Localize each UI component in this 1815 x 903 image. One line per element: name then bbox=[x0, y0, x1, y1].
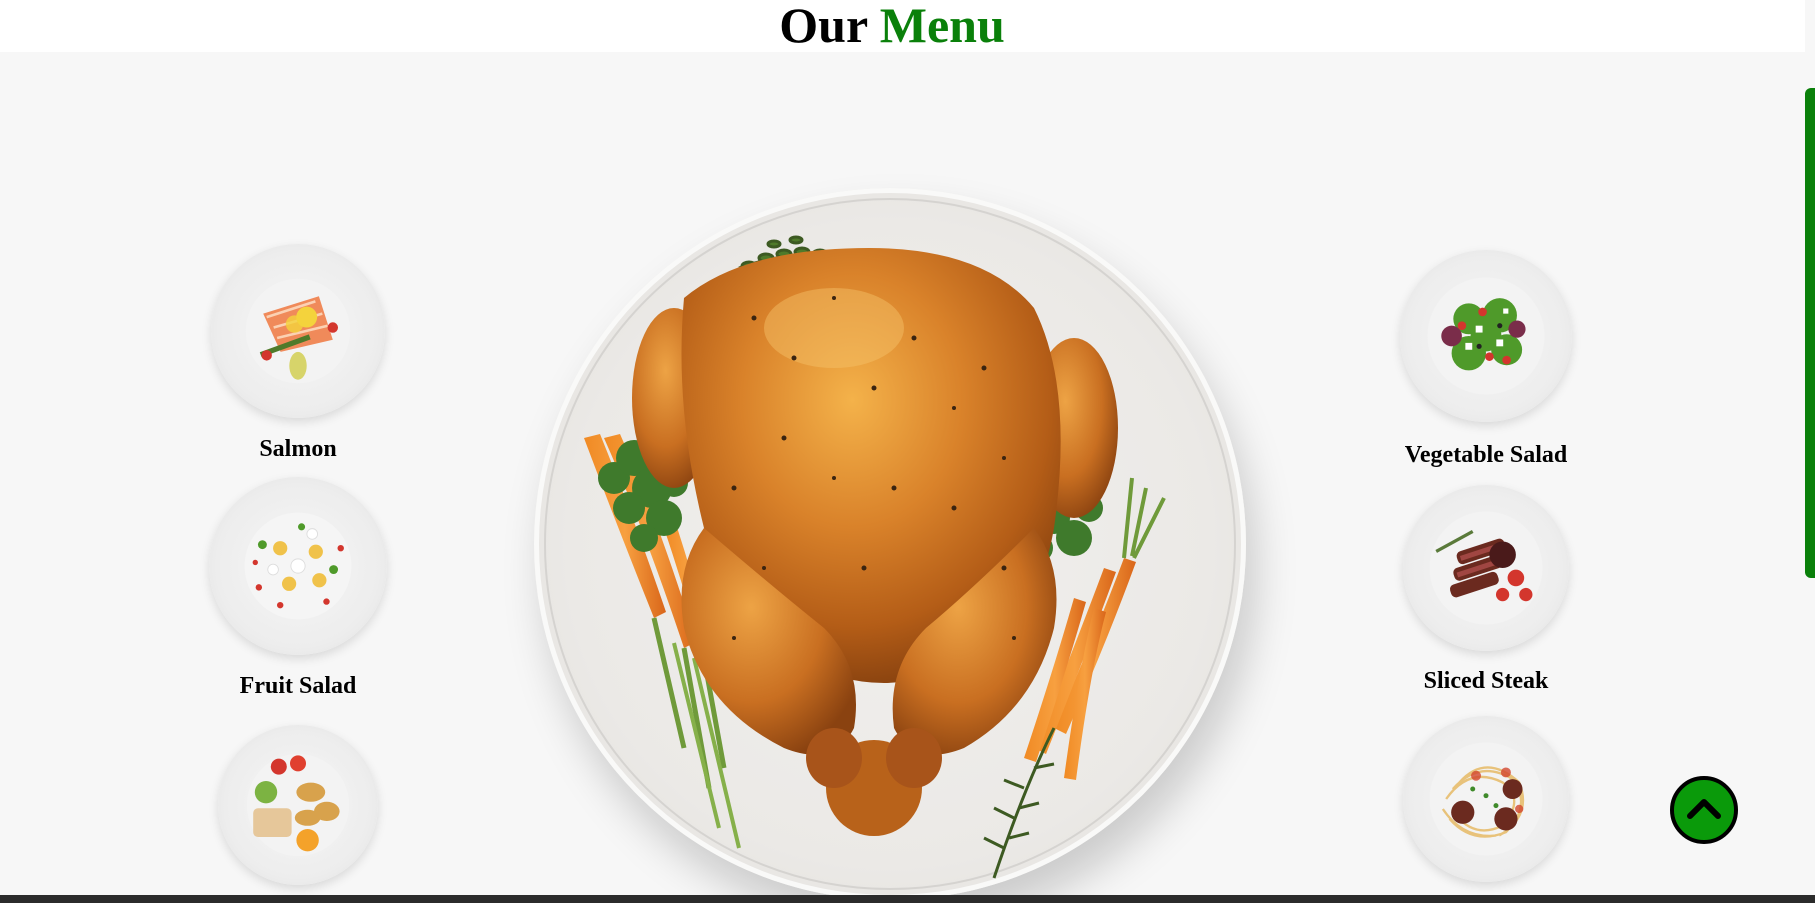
bottom-strip bbox=[0, 895, 1815, 903]
potatoes-fish-image bbox=[218, 725, 378, 885]
dish-name-fruit-salad: Fruit Salad bbox=[239, 673, 357, 699]
scrollbar-thumb[interactable] bbox=[1805, 88, 1815, 578]
menu-page: Our Menu Salmon Fruit Salad Vegetable Sa… bbox=[0, 0, 1815, 903]
fruit-salad-image bbox=[209, 477, 387, 655]
spaghetti-meatballs-image bbox=[1403, 716, 1569, 882]
section-title: Our Menu bbox=[0, 0, 1784, 56]
back-to-top-button[interactable] bbox=[1670, 776, 1738, 844]
title-word-our: Our bbox=[779, 0, 868, 53]
dish-name-vegetable-salad: Vegetable Salad bbox=[1404, 442, 1568, 468]
menu-item-fruit-salad[interactable]: Fruit Salad bbox=[208, 477, 388, 707]
dish-name-sliced-steak: Sliced Steak bbox=[1423, 668, 1549, 694]
roasted-chicken-image bbox=[584, 235, 1166, 879]
vegetable-salad-image bbox=[1400, 250, 1572, 422]
salmon-image bbox=[211, 244, 385, 418]
menu-item-spaghetti[interactable] bbox=[1396, 716, 1576, 886]
menu-item-vegetable-salad[interactable]: Vegetable Salad bbox=[1396, 250, 1576, 480]
menu-item-sliced-steak[interactable]: Sliced Steak bbox=[1396, 485, 1576, 705]
menu-item-potatoes[interactable] bbox=[208, 725, 388, 895]
sliced-steak-image bbox=[1403, 485, 1569, 651]
chevron-up-icon bbox=[1687, 799, 1721, 819]
menu-item-salmon[interactable]: Salmon bbox=[208, 244, 388, 474]
title-word-menu: Menu bbox=[879, 0, 1005, 53]
dish-name-salmon: Salmon bbox=[259, 436, 337, 462]
